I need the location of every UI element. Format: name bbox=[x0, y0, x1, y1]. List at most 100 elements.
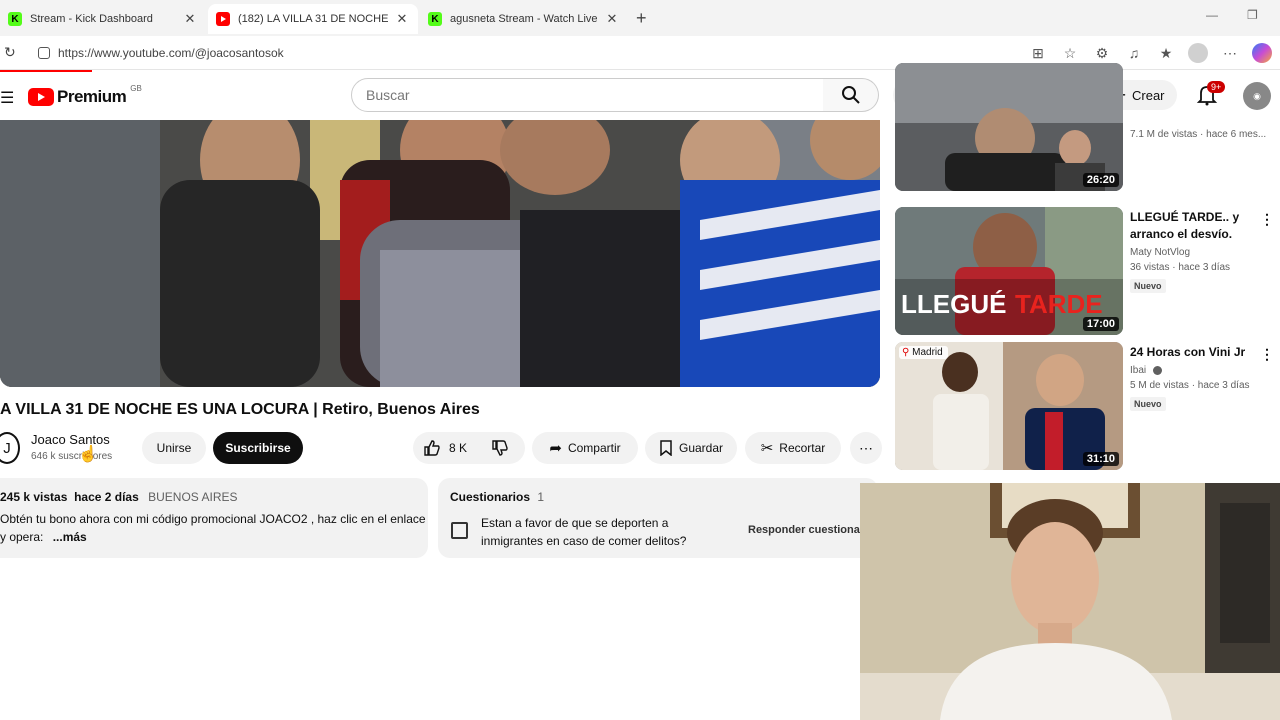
thumbs-up-icon bbox=[424, 440, 440, 456]
show-more-link[interactable]: ...más bbox=[53, 530, 87, 544]
site-info-icon[interactable] bbox=[38, 47, 50, 59]
more-horizontal-icon: ⋯ bbox=[859, 439, 873, 456]
answer-quiz-button[interactable]: Responder cuestionario bbox=[748, 524, 874, 536]
webcam-overlay bbox=[860, 483, 1280, 720]
channel-initial: J bbox=[3, 439, 11, 457]
video-title[interactable]: LLEGUÉ TARDE.. y arranco el desvío. bbox=[1130, 209, 1270, 243]
search-input[interactable]: Buscar bbox=[351, 78, 824, 112]
dislike-button[interactable] bbox=[491, 439, 509, 457]
thumbnail-image: LLEGUÉ TARDE bbox=[895, 207, 1123, 335]
video-title[interactable]: 24 Horas con Vini Jr bbox=[1130, 344, 1270, 361]
youtube-premium-logo[interactable]: Premium GB bbox=[28, 83, 142, 107]
description-meta: 245 k vistas hace 2 días BUENOS AIRES bbox=[0, 490, 428, 504]
thumbnail-image bbox=[895, 63, 1123, 191]
tab-kick-dashboard[interactable]: K Stream - Kick Dashboard ✕ bbox=[0, 4, 206, 34]
new-badge: Nuevo bbox=[1130, 279, 1166, 293]
youtube-icon bbox=[216, 12, 230, 26]
maximize-icon[interactable]: ❐ bbox=[1247, 8, 1258, 22]
new-tab-button[interactable]: + bbox=[636, 8, 647, 29]
video-meta: 36 vistas · hace 3 días bbox=[1130, 262, 1231, 273]
clip-label: Recortar bbox=[779, 441, 826, 455]
thumbnail-image bbox=[895, 342, 1123, 470]
recommendation-item[interactable]: ⚲ Madrid 31:10 24 Horas con Vini Jr Ibai… bbox=[895, 342, 1280, 470]
subscribe-label: Suscribirse bbox=[225, 441, 291, 455]
clip-button[interactable]: ✂ Recortar bbox=[745, 432, 841, 464]
like-dislike-group: 8 K bbox=[413, 432, 525, 464]
more-vertical-icon[interactable]: ⋮ bbox=[1260, 346, 1274, 363]
recommendation-info: LLEGUÉ TARDE.. y arranco el desvío. Maty… bbox=[1130, 209, 1270, 294]
like-button[interactable]: 8 K bbox=[423, 439, 467, 457]
search-placeholder: Buscar bbox=[366, 87, 410, 103]
recommendation-item[interactable]: LLEGUÉ TARDE 17:00 LLEGUÉ TARDE.. y arra… bbox=[895, 207, 1280, 335]
tab-kick-agusneta[interactable]: K agusneta Stream - Watch Live on K ✕ bbox=[420, 4, 628, 34]
search-icon bbox=[841, 86, 860, 104]
minimize-icon[interactable]: — bbox=[1206, 8, 1218, 22]
search-button[interactable] bbox=[823, 78, 879, 112]
location-tag[interactable]: BUENOS AIRES bbox=[148, 490, 237, 504]
close-icon[interactable]: ✕ bbox=[604, 11, 620, 27]
region-code: GB bbox=[130, 83, 142, 93]
bookmark-icon bbox=[660, 440, 672, 456]
url-field[interactable]: https://www.youtube.com/@joacosantosok bbox=[28, 41, 1086, 65]
save-button[interactable]: Guardar bbox=[645, 432, 737, 464]
verified-icon bbox=[1152, 365, 1162, 375]
close-icon[interactable]: ✕ bbox=[182, 11, 198, 27]
tab-title: agusneta Stream - Watch Live on K bbox=[450, 13, 598, 25]
channel-name[interactable]: Maty NotVlog bbox=[1130, 247, 1270, 258]
favorites-icon[interactable]: ★ bbox=[1156, 43, 1176, 63]
kick-icon: K bbox=[8, 12, 22, 26]
subscribe-button[interactable]: Suscribirse bbox=[213, 432, 303, 464]
video-frame-image bbox=[0, 120, 880, 387]
channel-name[interactable]: Joaco Santos bbox=[31, 432, 110, 447]
location-pin-icon: ⚲ bbox=[902, 347, 910, 358]
video-player[interactable] bbox=[0, 120, 880, 387]
video-thumbnail[interactable]: LLEGUÉ TARDE 17:00 bbox=[895, 207, 1123, 335]
more-vertical-icon[interactable]: ⋮ bbox=[1260, 211, 1274, 228]
video-duration: 31:10 bbox=[1082, 452, 1119, 466]
thumbnail-text-red: TARDE bbox=[1015, 289, 1103, 319]
video-title: A VILLA 31 DE NOCHE ES UNA LOCURA | Reti… bbox=[0, 401, 480, 418]
video-meta: 5 M de vistas · hace 3 días bbox=[1130, 380, 1250, 391]
like-count: 8 K bbox=[449, 441, 468, 455]
media-icon[interactable]: ♫ bbox=[1124, 43, 1144, 63]
share-button[interactable]: ➦ Compartir bbox=[532, 432, 638, 464]
url-text: https://www.youtube.com/@joacosantosok bbox=[58, 46, 284, 60]
logo-text: Premium bbox=[57, 87, 127, 106]
extensions-icon[interactable]: ⚙ bbox=[1092, 43, 1112, 63]
tab-youtube-video[interactable]: (182) LA VILLA 31 DE NOCHE ES U ✕ bbox=[208, 4, 418, 34]
recommendation-info: 7.1 M de vistas · hace 6 mes... bbox=[1130, 125, 1270, 140]
video-duration: 17:00 bbox=[1082, 317, 1119, 331]
webcam-image bbox=[860, 483, 1280, 720]
kick-icon: K bbox=[428, 12, 442, 26]
quiz-count: 1 bbox=[537, 490, 545, 504]
more-actions-button[interactable]: ⋯ bbox=[850, 432, 882, 464]
video-thumbnail[interactable]: 26:20 bbox=[895, 63, 1123, 191]
join-button[interactable]: Unirse bbox=[142, 432, 206, 464]
split-screen-icon[interactable]: ⊞ bbox=[1028, 43, 1048, 63]
browser-tab-bar: K Stream - Kick Dashboard ✕ (182) LA VIL… bbox=[0, 0, 1280, 36]
quiz-question: Estan a favor de que se deporten a inmig… bbox=[481, 516, 687, 548]
copilot-icon[interactable] bbox=[1252, 43, 1272, 63]
recommendation-item[interactable]: 26:20 7.1 M de vistas · hace 6 mes... bbox=[895, 63, 1280, 198]
profile-icon[interactable] bbox=[1188, 43, 1208, 63]
recommendation-info: 24 Horas con Vini Jr Ibai 5 M de vistas … bbox=[1130, 344, 1270, 412]
more-icon[interactable]: ⋯ bbox=[1220, 43, 1240, 63]
video-duration: 26:20 bbox=[1082, 173, 1119, 187]
thumbs-down-icon bbox=[492, 440, 508, 456]
close-icon[interactable]: ✕ bbox=[394, 11, 410, 27]
location-tag: ⚲ Madrid bbox=[899, 346, 948, 359]
favorite-star-icon[interactable]: ☆ bbox=[1060, 43, 1080, 63]
mouse-cursor-icon: ☝ bbox=[78, 446, 98, 463]
description-box[interactable]: 245 k vistas hace 2 días BUENOS AIRES Ob… bbox=[0, 478, 428, 558]
scissors-icon: ✂ bbox=[760, 440, 774, 457]
hamburger-menu-icon[interactable]: ☰ bbox=[0, 88, 14, 108]
tab-title: Stream - Kick Dashboard bbox=[30, 13, 153, 25]
location-text: Madrid bbox=[912, 347, 943, 358]
new-badge: Nuevo bbox=[1130, 397, 1166, 411]
channel-avatar[interactable]: J bbox=[0, 432, 20, 464]
video-thumbnail[interactable]: ⚲ Madrid 31:10 bbox=[895, 342, 1123, 470]
quiz-panel: Cuestionarios 1 Estan a favor de que se … bbox=[438, 478, 878, 558]
tab-title: (182) LA VILLA 31 DE NOCHE ES U bbox=[238, 13, 388, 25]
channel-name[interactable]: Ibai bbox=[1130, 365, 1146, 376]
reload-icon[interactable]: ↻ bbox=[4, 44, 16, 61]
